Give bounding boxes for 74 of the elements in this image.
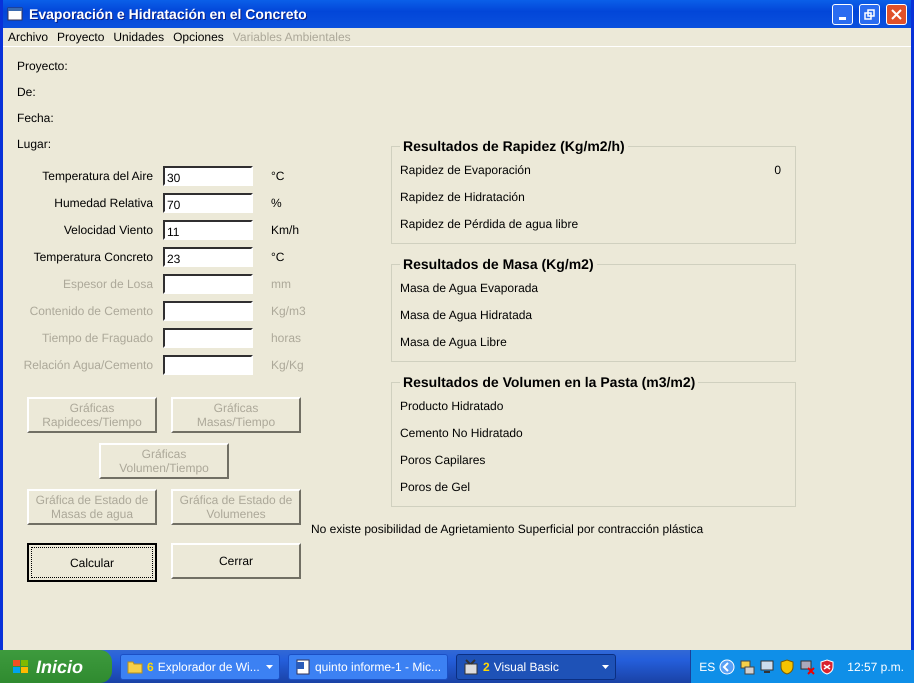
field-label: Tiempo de Fraguado: [41, 331, 153, 345]
menu-item[interactable]: Unidades: [113, 30, 164, 44]
unit-label: Kg/Kg: [270, 358, 305, 372]
status-message: No existe posibilidad de Agrietamiento Superficial por contracción plástica: [311, 522, 704, 536]
project-label: De:: [17, 85, 37, 99]
field-label: Relación Agua/Cemento: [22, 358, 153, 372]
caret-icon: [266, 664, 273, 668]
menu-item[interactable]: Archivo: [8, 30, 48, 44]
result-label: Producto Hidratado: [400, 398, 504, 412]
window-title: Evaporación e Hidratación en el Concreto: [29, 6, 308, 22]
field-label: Humedad Relativa: [53, 196, 153, 210]
input-field[interactable]: 70: [163, 193, 253, 213]
project-label: Proyecto:: [17, 59, 69, 73]
result-value: 0: [774, 162, 781, 176]
folder-icon: [127, 658, 143, 674]
network-icon[interactable]: [739, 658, 756, 674]
action-button[interactable]: Calcular: [27, 543, 157, 582]
project-label: Fecha:: [17, 111, 55, 125]
unit-label: Km/h: [270, 223, 300, 237]
action-button[interactable]: Cerrar: [171, 543, 301, 579]
restore-button[interactable]: [859, 4, 880, 24]
security-shield-icon[interactable]: [819, 658, 836, 674]
input-field[interactable]: 11: [163, 220, 253, 240]
shield-icon[interactable]: [779, 658, 796, 674]
chevron-icon[interactable]: [719, 658, 736, 674]
minimize-button[interactable]: [832, 4, 853, 24]
group-title: Resultados de Volumen en la Pasta (m3/m2): [402, 374, 696, 390]
network-error-icon[interactable]: [799, 658, 816, 674]
unit-label: °C: [270, 250, 286, 264]
result-label: Masa de Agua Libre: [400, 334, 507, 348]
input-field[interactable]: 23: [163, 247, 253, 267]
project-label: Lugar:: [17, 137, 52, 151]
unit-label: horas: [270, 331, 302, 345]
close-icon: [891, 8, 902, 20]
taskbar-button[interactable]: quinto informe-1 - Mic...: [288, 654, 448, 680]
group-title: Resultados de Rapidez (Kg/m2/h): [402, 138, 626, 154]
result-label: Rapidez de Hidratación: [400, 190, 525, 204]
taskbar-button[interactable]: 6 Explorador de Wi...: [120, 654, 280, 680]
document-icon: [295, 658, 311, 674]
field-label: Contenido de Cemento: [28, 304, 153, 318]
input-field[interactable]: [163, 355, 253, 375]
field-label: Temperatura del Aire: [41, 169, 153, 183]
input-field[interactable]: 30: [163, 166, 253, 186]
result-label: Poros Capilares: [400, 452, 486, 466]
close-button[interactable]: [886, 4, 907, 24]
unit-label: %: [270, 196, 283, 210]
field-label: Temperatura Concreto: [32, 250, 153, 264]
taskbar-button[interactable]: 2 Visual Basic: [456, 654, 616, 680]
restore-icon: [864, 8, 875, 20]
window-icon: [7, 7, 23, 21]
field-label: Espesor de Losa: [62, 277, 153, 291]
caret-icon: [602, 664, 609, 668]
result-label: Poros de Gel: [400, 480, 470, 494]
unit-label: Kg/m3: [270, 304, 307, 318]
input-field[interactable]: [163, 328, 253, 348]
result-label: Masa de Agua Evaporada: [400, 280, 538, 294]
input-field[interactable]: [163, 301, 253, 321]
menu-item[interactable]: Proyecto: [57, 30, 104, 44]
monitor-icon[interactable]: [759, 658, 776, 674]
start-button[interactable]: Inicio: [0, 650, 112, 683]
unit-label: mm: [270, 277, 292, 291]
app-icon: [463, 658, 479, 674]
unit-label: °C: [270, 169, 286, 183]
result-label: Rapidez de Evaporación: [400, 162, 531, 176]
menu-item[interactable]: Opciones: [173, 30, 224, 44]
group-title: Resultados de Masa (Kg/m2): [402, 256, 595, 272]
result-label: Masa de Agua Hidratada: [400, 308, 532, 322]
clock: 12:57 p.m.: [847, 660, 904, 674]
input-field[interactable]: [163, 274, 253, 294]
field-label: Velocidad Viento: [62, 223, 153, 237]
minimize-icon: [839, 16, 846, 20]
result-label: Cemento No Hidratado: [400, 426, 523, 440]
windows-flag-icon: [12, 658, 30, 674]
result-label: Rapidez de Pérdida de agua libre: [400, 216, 578, 230]
